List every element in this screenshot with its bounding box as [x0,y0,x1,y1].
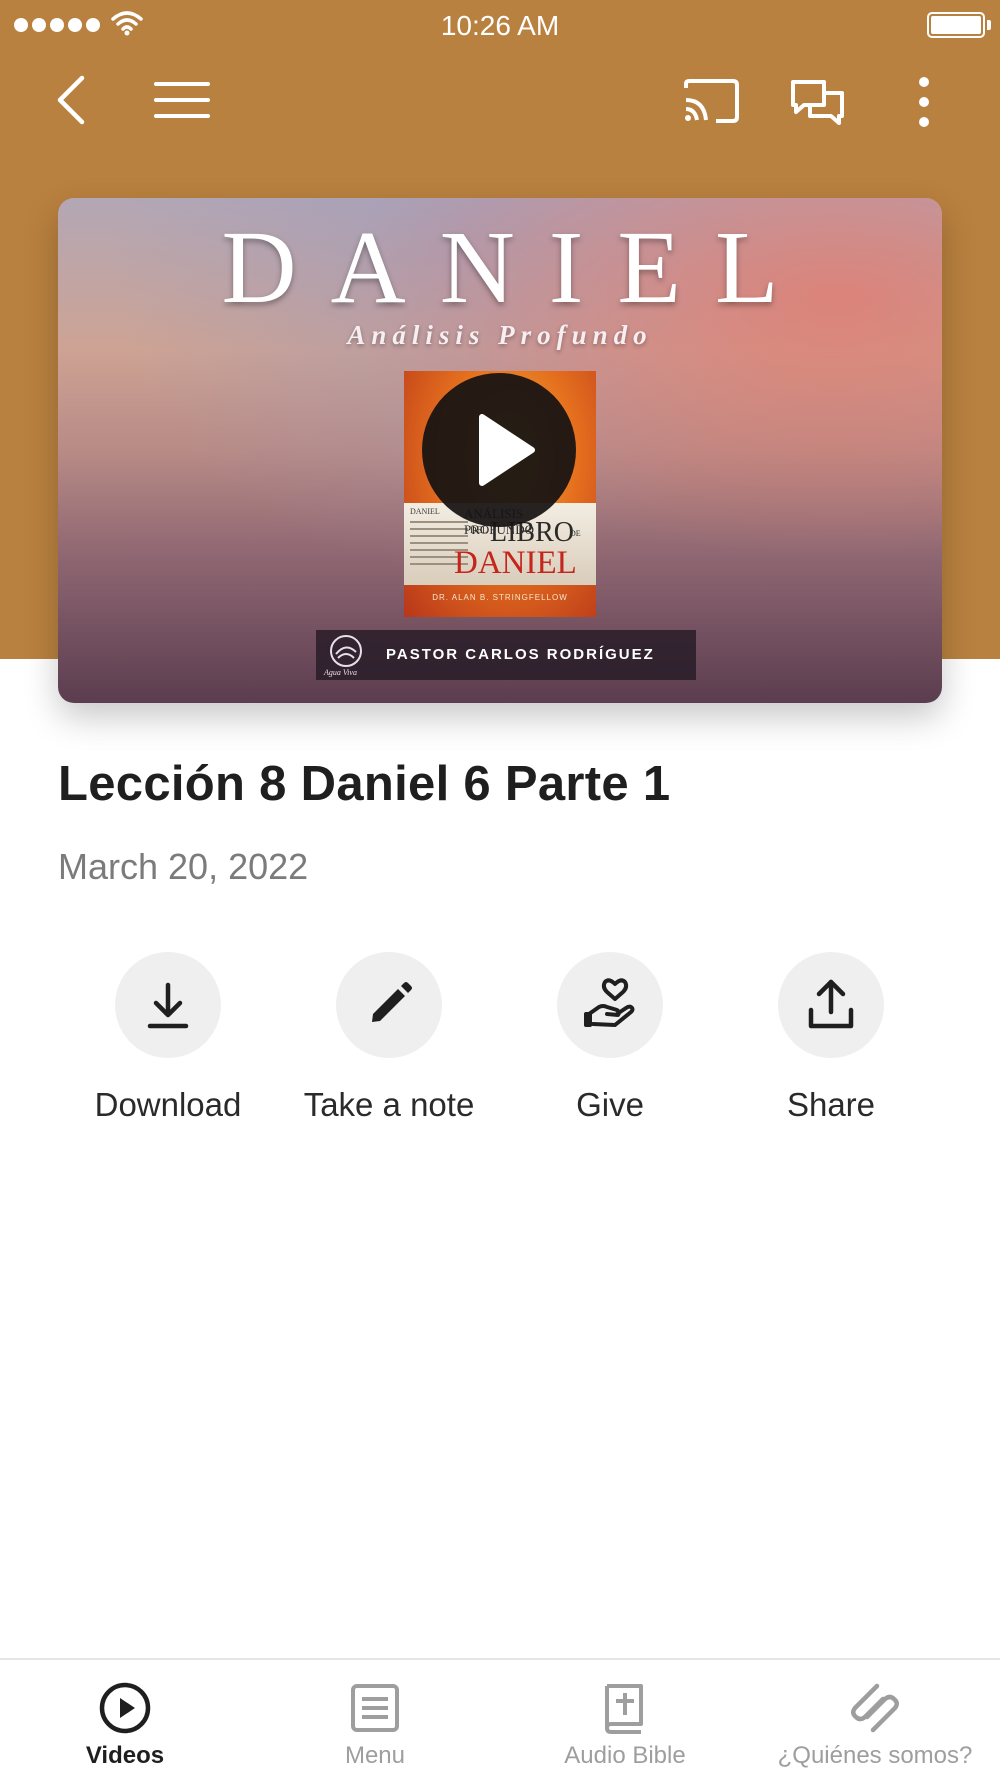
lesson-date: March 20, 2022 [58,846,309,887]
pastor-banner: Agua Viva PASTOR CARLOS RODRÍGUEZ [316,630,696,680]
link-icon [851,1683,899,1733]
tab-quienes-somos-label: ¿Quiénes somos? [777,1742,973,1769]
lesson-title: Lección 8 Daniel 6 Parte 1 [58,757,671,811]
cast-icon[interactable] [682,78,740,124]
book-daniel-text: DANIEL [454,545,577,581]
tab-audio-bible[interactable]: Audio Bible [500,1660,750,1778]
download-icon [147,982,189,1029]
church-logo-icon [330,635,362,667]
tab-videos[interactable]: Videos [0,1660,250,1778]
church-logo-text: Agua Viva [324,668,357,677]
more-icon[interactable] [914,74,934,130]
give-label: Give [576,1086,644,1123]
download-circle[interactable] [115,952,221,1058]
play-button[interactable] [422,373,576,527]
give-circle[interactable] [557,952,663,1058]
play-icon [479,414,535,486]
share-label: Share [786,1086,876,1123]
tab-audio-bible-label: Audio Bible [564,1742,686,1769]
battery-icon [927,12,985,38]
take-note-circle[interactable] [336,952,442,1058]
download-button[interactable]: Download [58,952,278,1124]
status-bar: 10:26 AM [0,0,1000,50]
share-icon [808,979,854,1029]
back-icon[interactable] [52,74,92,126]
download-label: Download [94,1086,242,1123]
menu-icon[interactable] [154,80,210,120]
battery-nub [987,20,991,30]
pencil-icon [372,982,412,1022]
share-button[interactable]: Share [721,952,941,1124]
play-circle-icon [99,1682,151,1734]
video-subtitle: Análisis Profundo [347,320,653,350]
tab-bar: Videos Menu Audio Bible ¿Quiénes somos? [0,1658,1000,1778]
video-thumbnail[interactable]: DANIEL Análisis Profundo DANIEL ANÁLISIS… [58,198,942,703]
video-title: DANIEL [221,210,813,325]
tab-menu[interactable]: Menu [250,1660,500,1778]
tab-quienes-somos[interactable]: ¿Quiénes somos? [750,1660,1000,1778]
pastor-name: PASTOR CARLOS RODRÍGUEZ [386,646,655,663]
menu-list-icon [351,1684,399,1732]
book-author-text: DR. ALAN B. STRINGFELLOW [432,593,568,602]
give-button[interactable]: Give [500,952,720,1124]
chat-icon[interactable] [790,78,846,128]
share-circle[interactable] [778,952,884,1058]
bible-icon [605,1684,643,1734]
take-note-button[interactable]: Take a note [279,952,499,1124]
status-time: 10:26 AM [440,10,560,41]
tab-videos-label: Videos [85,1742,165,1769]
book-de-text: DE [570,529,581,538]
give-icon [584,978,635,1027]
take-note-label: Take a note [303,1086,475,1123]
tab-menu-label: Menu [344,1742,406,1769]
